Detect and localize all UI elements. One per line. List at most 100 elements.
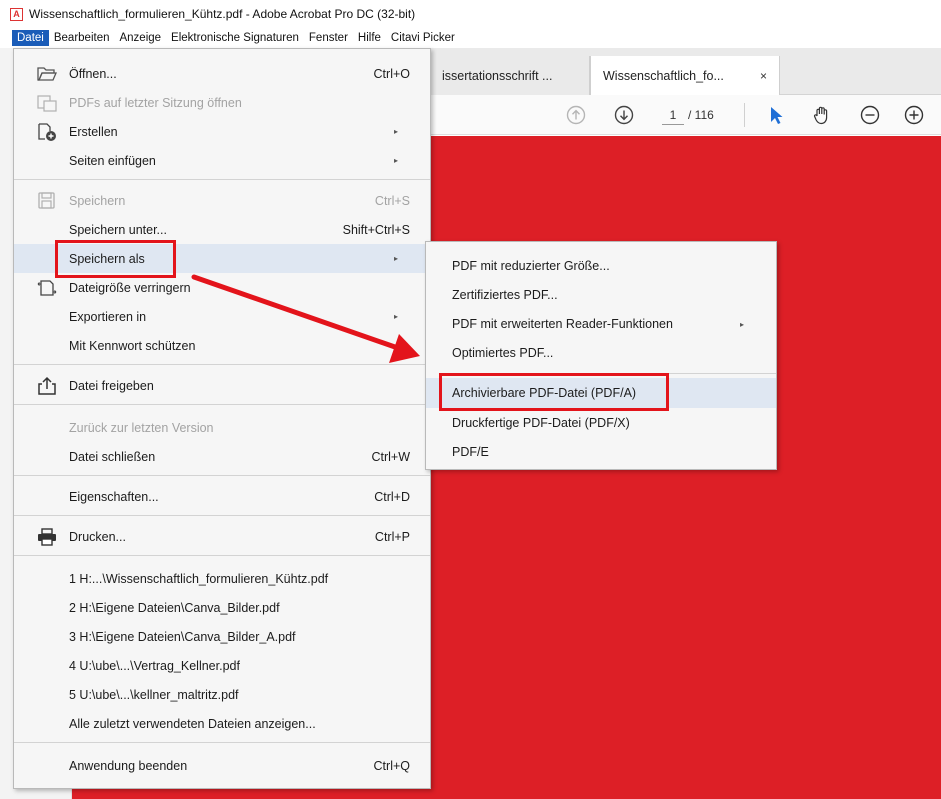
- zoom-in-button[interactable]: [903, 104, 925, 126]
- cursor-arrow-icon: [771, 107, 783, 124]
- tab-wissenschaftlich[interactable]: Wissenschaftlich_fo... ×: [590, 56, 780, 95]
- select-tool-button[interactable]: [765, 104, 787, 126]
- submenu-item-reduced-size[interactable]: PDF mit reduzierter Größe...: [426, 251, 776, 281]
- submenu-item-label: PDF mit reduzierter Größe...: [452, 259, 610, 273]
- tab-label: issertationsschrift ...: [442, 68, 553, 83]
- menu-item-label: Dateigröße verringern: [69, 280, 191, 295]
- menu-hilfe[interactable]: Hilfe: [353, 30, 386, 46]
- menu-separator: [14, 179, 430, 180]
- menu-item-reduce-size[interactable]: Dateigröße verringern: [14, 273, 430, 302]
- tab-label: Wissenschaftlich_fo...: [603, 68, 724, 83]
- menu-item-label: Speichern unter...: [69, 222, 167, 237]
- folder-open-icon: [37, 67, 57, 81]
- menu-separator: [14, 475, 430, 476]
- menu-item-label: Zurück zur letzten Version: [69, 420, 214, 435]
- menu-item-export[interactable]: Exportieren in ▸: [14, 302, 430, 331]
- menu-item-shortcut: Shift+Ctrl+S: [342, 222, 410, 237]
- menu-item-label: Speichern: [69, 193, 126, 208]
- menu-item-revert[interactable]: Zurück zur letzten Version: [14, 413, 430, 442]
- zoom-out-icon: [860, 105, 880, 125]
- submenu-arrow-icon: ▸: [393, 127, 398, 136]
- hand-tool-button[interactable]: [811, 104, 833, 126]
- recent-file-5[interactable]: 5 U:\ube\...\kellner_maltritz.pdf: [14, 680, 430, 709]
- menu-citavi-picker[interactable]: Citavi Picker: [386, 30, 460, 46]
- menu-item-label: 1 H:...\Wissenschaftlich_formulieren_Küh…: [69, 571, 329, 586]
- menu-item-shortcut: Ctrl+W: [371, 449, 410, 464]
- menu-elektronische-signaturen[interactable]: Elektronische Signaturen: [166, 30, 304, 46]
- toolbar-divider: [744, 103, 745, 127]
- recent-file-2[interactable]: 2 H:\Eigene Dateien\Canva_Bilder.pdf: [14, 593, 430, 622]
- title-bar: A Wissenschaftlich_formulieren_Kühtz.pdf…: [0, 0, 941, 28]
- zoom-in-icon: [904, 105, 924, 125]
- previous-page-button[interactable]: [565, 104, 587, 126]
- page-toolbar: 1 / 116: [430, 95, 941, 135]
- submenu-item-label: PDF/E: [452, 445, 489, 459]
- recent-file-1[interactable]: 1 H:...\Wissenschaftlich_formulieren_Küh…: [14, 564, 430, 593]
- document-tab-bar: issertationsschrift ... Wissenschaftlich…: [430, 48, 941, 95]
- submenu-item-reader-extended[interactable]: PDF mit erweiterten Reader-Funktionen ▸: [426, 309, 776, 339]
- submenu-item-certified[interactable]: Zertifiziertes PDF...: [426, 280, 776, 310]
- submenu-item-pdfx[interactable]: Druckfertige PDF-Datei (PDF/X): [426, 408, 776, 438]
- menu-item-create[interactable]: Erstellen ▸: [14, 117, 430, 146]
- menu-item-label: Mit Kennwort schützen: [69, 338, 196, 353]
- menu-item-label: Exportieren in: [69, 309, 147, 324]
- submenu-arrow-icon: ▸: [393, 156, 398, 165]
- recent-files-icon: [37, 95, 57, 112]
- submenu-item-pdfa[interactable]: Archivierbare PDF-Datei (PDF/A): [426, 378, 776, 408]
- submenu-item-label: Druckfertige PDF-Datei (PDF/X): [452, 416, 630, 430]
- menu-item-reopen-session[interactable]: PDFs auf letzter Sitzung öffnen: [14, 88, 430, 117]
- menu-item-properties[interactable]: Eigenschaften... Ctrl+D: [14, 482, 430, 511]
- menu-item-label: PDFs auf letzter Sitzung öffnen: [69, 95, 242, 110]
- save-disk-icon: [38, 192, 55, 209]
- printer-icon: [38, 528, 56, 546]
- arrow-down-circle-icon: [614, 105, 634, 125]
- menu-item-print[interactable]: Drucken... Ctrl+P: [14, 522, 430, 551]
- menu-item-shortcut: Ctrl+Q: [373, 758, 410, 773]
- menu-item-shortcut: Ctrl+P: [374, 529, 410, 544]
- create-pdf-icon: [38, 123, 56, 141]
- menu-item-show-all-recent[interactable]: Alle zuletzt verwendeten Dateien anzeige…: [14, 709, 430, 738]
- menu-item-label: 5 U:\ube\...\kellner_maltritz.pdf: [69, 687, 239, 702]
- menu-item-label: 2 H:\Eigene Dateien\Canva_Bilder.pdf: [69, 600, 280, 615]
- recent-file-4[interactable]: 4 U:\ube\...\Vertrag_Kellner.pdf: [14, 651, 430, 680]
- menu-item-close-file[interactable]: Datei schließen Ctrl+W: [14, 442, 430, 471]
- submenu-item-pdfe[interactable]: PDF/E: [426, 437, 776, 467]
- submenu-item-label: Zertifiziertes PDF...: [452, 288, 558, 302]
- page-total: / 116: [688, 108, 714, 122]
- menu-item-share-file[interactable]: Datei freigeben: [14, 371, 430, 400]
- menu-item-save-as[interactable]: Speichern als ▸: [14, 244, 430, 273]
- menu-item-label: Datei freigeben: [69, 378, 154, 393]
- menu-item-save[interactable]: Speichern Ctrl+S: [14, 186, 430, 215]
- menu-fenster[interactable]: Fenster: [304, 30, 353, 46]
- close-tab-icon[interactable]: ×: [760, 69, 767, 83]
- next-page-button[interactable]: [613, 104, 635, 126]
- share-icon: [38, 376, 56, 395]
- menu-item-exit[interactable]: Anwendung beenden Ctrl+Q: [14, 751, 430, 780]
- submenu-item-optimized[interactable]: Optimiertes PDF...: [426, 338, 776, 368]
- menu-item-label: Speichern als: [69, 251, 145, 266]
- arrow-up-circle-icon: [566, 105, 586, 125]
- menu-anzeige[interactable]: Anzeige: [114, 30, 166, 46]
- hand-icon: [813, 106, 828, 125]
- window-title: Wissenschaftlich_formulieren_Kühtz.pdf -…: [29, 7, 416, 21]
- menu-datei[interactable]: Datei: [12, 30, 49, 46]
- menu-item-shortcut: Ctrl+D: [374, 489, 410, 504]
- zoom-out-button[interactable]: [859, 104, 881, 126]
- submenu-item-label: PDF mit erweiterten Reader-Funktionen: [452, 317, 673, 331]
- tab-dissertationsschrift[interactable]: issertationsschrift ...: [430, 56, 590, 95]
- menu-bearbeiten[interactable]: Bearbeiten: [49, 30, 115, 46]
- menu-item-password-protect[interactable]: Mit Kennwort schützen: [14, 331, 430, 360]
- menu-item-save-under[interactable]: Speichern unter... Shift+Ctrl+S: [14, 215, 430, 244]
- menu-item-insert-pages[interactable]: Seiten einfügen ▸: [14, 146, 430, 175]
- menu-item-label: Datei schließen: [69, 449, 156, 464]
- save-as-submenu: PDF mit reduzierter Größe... Zertifizier…: [425, 241, 777, 470]
- page-number-input[interactable]: 1: [662, 105, 684, 125]
- menu-item-label: Eigenschaften...: [69, 489, 159, 504]
- menu-item-open[interactable]: Öffnen... Ctrl+O: [14, 59, 430, 88]
- menu-item-label: Drucken...: [69, 529, 126, 544]
- menu-item-label: Öffnen...: [69, 66, 117, 81]
- acrobat-app-icon: A: [10, 7, 23, 21]
- menu-separator: [14, 555, 430, 556]
- recent-file-3[interactable]: 3 H:\Eigene Dateien\Canva_Bilder_A.pdf: [14, 622, 430, 651]
- menu-item-label: Seiten einfügen: [69, 153, 156, 168]
